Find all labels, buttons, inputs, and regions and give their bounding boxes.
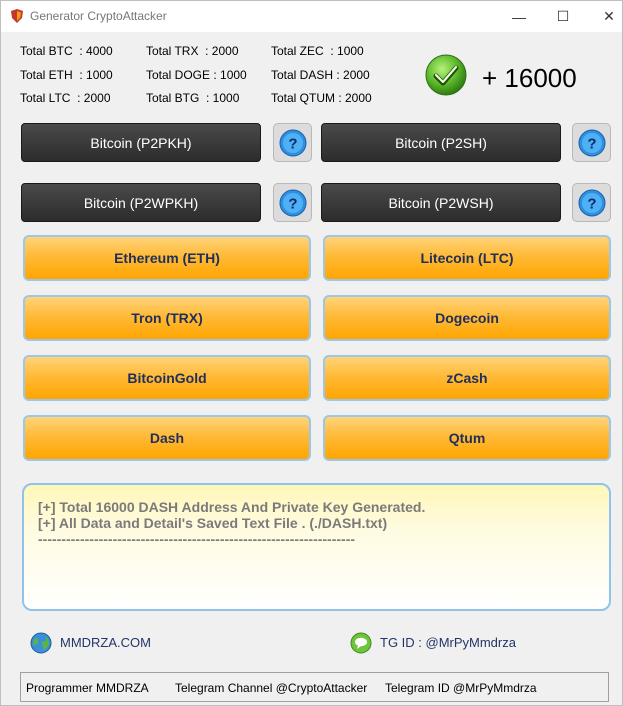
bitcoingold-label: BitcoinGold [127,370,207,386]
zcash-label: zCash [446,370,488,386]
status-channel: Telegram Channel @CryptoAttacker [175,681,368,695]
help-p2wsh-button[interactable]: ? [572,183,611,222]
question-icon: ? [578,189,605,216]
status-bar: Programmer MMDRZA Telegram Channel @Cryp… [20,672,609,702]
bitcoin-p2wpkh-button[interactable]: Bitcoin (P2WPKH) [21,183,261,222]
tron-button[interactable]: Tron (TRX) [23,295,311,341]
close-icon: ✕ [603,8,615,24]
total-qtum: Total QTUM : 2000 [271,91,372,105]
svg-text:?: ? [288,195,297,212]
minimize-icon: — [512,8,526,25]
bitcoin-p2sh-label: Bitcoin (P2SH) [395,134,487,151]
maximize-button[interactable]: ☐ [540,1,586,32]
total-eth: Total ETH : 1000 [20,68,113,82]
generated-counter: + 16000 [482,63,577,93]
bitcoin-p2pkh-button[interactable]: Bitcoin (P2PKH) [21,123,261,162]
bitcoin-p2sh-button[interactable]: Bitcoin (P2SH) [321,123,561,162]
log-output[interactable]: [+] Total 16000 DASH Address And Private… [22,483,611,611]
total-doge: Total DOGE : 1000 [146,68,247,82]
ethereum-label: Ethereum (ETH) [114,250,220,266]
status-telegram-id: Telegram ID @MrPyMmdrza [385,681,537,695]
litecoin-label: Litecoin (LTC) [420,250,514,266]
tron-label: Tron (TRX) [131,310,203,326]
shield-icon [11,9,23,23]
help-p2sh-button[interactable]: ? [572,123,611,162]
qtum-label: Qtum [448,430,486,446]
question-icon: ? [279,189,306,216]
bitcoin-p2pkh-label: Bitcoin (P2PKH) [90,134,192,151]
title-bar: Generator CryptoAttacker — ☐ ✕ [1,1,622,32]
total-dash: Total DASH : 2000 [271,68,370,82]
dash-label: Dash [149,430,185,446]
telegram-link[interactable]: TG ID : @MrPyMmdrza [380,635,516,650]
total-ltc: Total LTC : 2000 [20,91,111,105]
maximize-icon: ☐ [556,8,570,24]
qtum-button[interactable]: Qtum [323,415,611,461]
help-p2wpkh-button[interactable]: ? [273,183,312,222]
status-programmer: Programmer MMDRZA [26,681,149,695]
question-icon: ? [279,129,306,156]
svg-text:?: ? [587,135,596,152]
help-p2pkh-button[interactable]: ? [273,123,312,162]
bitcoin-p2wpkh-label: Bitcoin (P2WPKH) [83,194,199,211]
bitcoingold-button[interactable]: BitcoinGold [23,355,311,401]
svg-text:?: ? [288,135,297,152]
log-line: [+] All Data and Detail's Saved Text Fil… [38,515,388,531]
minimize-button[interactable]: — [496,1,542,32]
check-icon [425,54,467,96]
bitcoin-p2wsh-label: Bitcoin (P2WSH) [388,194,494,211]
question-icon: ? [578,129,605,156]
dash-button[interactable]: Dash [23,415,311,461]
svg-text:?: ? [587,195,596,212]
total-trx: Total TRX : 2000 [146,44,239,58]
total-btg: Total BTG : 1000 [146,91,240,105]
app-window: Generator CryptoAttacker — ☐ ✕ Total BTC… [0,0,623,706]
chat-icon [350,632,372,654]
globe-icon [30,632,52,654]
total-zec: Total ZEC : 1000 [271,44,364,58]
ethereum-button[interactable]: Ethereum (ETH) [23,235,311,281]
log-line: ----------------------------------------… [38,531,356,547]
log-line: [+] Total 16000 DASH Address And Private… [38,499,426,515]
total-btc: Total BTC : 4000 [20,44,113,58]
window-title: Generator CryptoAttacker [30,9,167,23]
dogecoin-label: Dogecoin [435,310,499,326]
bitcoin-p2wsh-button[interactable]: Bitcoin (P2WSH) [321,183,561,222]
close-button[interactable]: ✕ [586,1,623,32]
zcash-button[interactable]: zCash [323,355,611,401]
litecoin-button[interactable]: Litecoin (LTC) [323,235,611,281]
dogecoin-button[interactable]: Dogecoin [323,295,611,341]
website-link[interactable]: MMDRZA.COM [60,635,151,650]
